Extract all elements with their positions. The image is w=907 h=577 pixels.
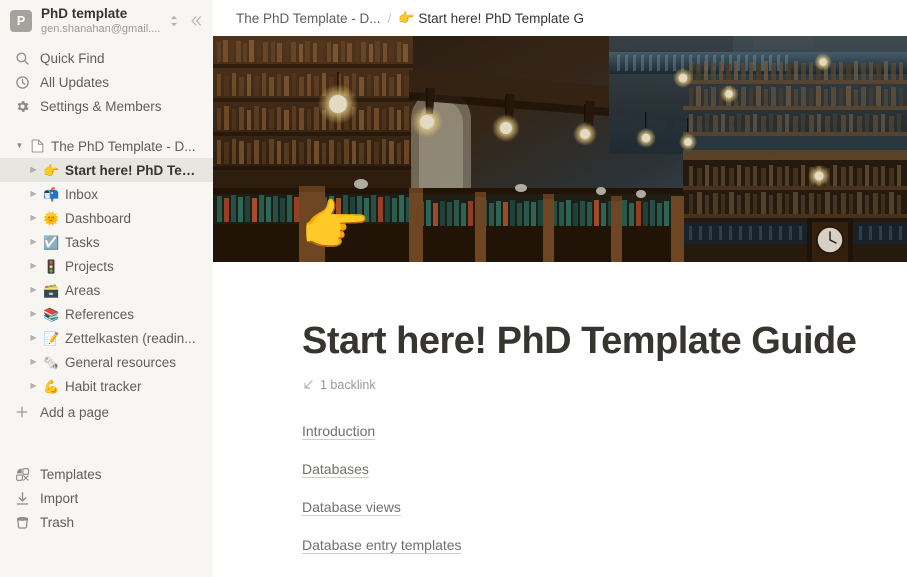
chevron-right-icon[interactable]: ▶ <box>27 238 40 246</box>
page-emoji-icon: ☑️ <box>43 236 59 249</box>
tree-item-general-resources[interactable]: ▶ 🗞️ General resources <box>0 350 213 374</box>
tree-item-inbox[interactable]: ▶ 📬 Inbox <box>0 182 213 206</box>
sidebar-item-quick-find[interactable]: Quick Find <box>0 46 213 70</box>
page-emoji-icon: 📬 <box>43 188 59 201</box>
tree-item-dashboard[interactable]: ▶ 🌞 Dashboard <box>0 206 213 230</box>
tree-item-projects[interactable]: ▶ 🚦 Projects <box>0 254 213 278</box>
page-emoji-icon: 📚 <box>43 308 59 321</box>
tree-item-label: General resources <box>65 355 176 370</box>
chevron-right-icon[interactable]: ▶ <box>27 286 40 294</box>
workspace-email: gen.shanahan@gmail.... <box>41 23 165 36</box>
trash-icon <box>13 513 31 531</box>
chevron-down-icon[interactable]: ▼ <box>13 142 26 150</box>
page-emoji-icon: 🗞️ <box>43 356 59 369</box>
workspace-switcher[interactable]: P PhD template gen.shanahan@gmail.... <box>0 2 213 40</box>
workspace-avatar: P <box>10 10 32 32</box>
sidebar-item-settings-members[interactable]: Settings & Members <box>0 94 213 118</box>
page-emoji-icon: 💪 <box>43 380 59 393</box>
breadcrumb-current[interactable]: 👉 Start here! PhD Template Guide <box>393 8 583 28</box>
page-tree: ▼ The PhD Template - D... ▶ 👉 Start here… <box>0 134 213 398</box>
sidebar-item-label: Settings & Members <box>40 99 162 114</box>
main-content: The PhD Template - D... / 👉 Start here! … <box>213 0 907 577</box>
page-emoji-icon: 🌞 <box>43 212 59 225</box>
search-icon <box>13 49 31 67</box>
tree-item-label: Projects <box>65 259 114 274</box>
tree-item-label: Habit tracker <box>65 379 142 394</box>
tree-item-label: References <box>65 307 134 322</box>
page-link-databases[interactable]: Databases <box>302 459 369 479</box>
page-link-introduction[interactable]: Introduction <box>302 421 375 441</box>
workspace-text: PhD template gen.shanahan@gmail.... <box>41 6 165 35</box>
page-icon-emoji[interactable]: 👉 <box>300 198 370 254</box>
sidebar-item-trash[interactable]: Trash <box>0 510 213 534</box>
page-content: Start here! PhD Template Guide 1 backlin… <box>213 262 907 577</box>
tree-item-tasks[interactable]: ▶ ☑️ Tasks <box>0 230 213 254</box>
chevron-right-icon[interactable]: ▶ <box>27 382 40 390</box>
page-link-database-entry-templates[interactable]: Database entry templates <box>302 535 462 555</box>
tree-item-label: Inbox <box>65 187 98 202</box>
chevron-right-icon[interactable]: ▶ <box>27 214 40 222</box>
collapse-sidebar-icon[interactable] <box>187 10 205 32</box>
backlink-button[interactable]: 1 backlink <box>302 378 376 392</box>
sidebar-item-label: Trash <box>40 515 74 530</box>
page-title: Start here! PhD Template Guide <box>302 320 867 364</box>
page-link-database-views[interactable]: Database views <box>302 497 401 517</box>
sidebar-item-label: Quick Find <box>40 51 105 66</box>
breadcrumb: The PhD Template - D... / 👉 Start here! … <box>213 0 907 36</box>
tree-item-the-phd-template[interactable]: ▼ The PhD Template - D... <box>0 134 213 158</box>
breadcrumb-current-label: Start here! PhD Template Guide <box>418 11 583 26</box>
sidebar-item-label: Templates <box>40 467 102 482</box>
chevron-right-icon[interactable]: ▶ <box>27 190 40 198</box>
sidebar-bottom-nav: Templates Import Trash <box>0 462 213 534</box>
page-emoji-icon: 👉 <box>43 164 59 177</box>
sidebar-item-all-updates[interactable]: All Updates <box>0 70 213 94</box>
page-emoji-icon: 🗃️ <box>43 284 59 297</box>
chevron-right-icon[interactable]: ▶ <box>27 166 40 174</box>
document-icon <box>29 139 45 153</box>
sidebar-item-templates[interactable]: Templates <box>0 462 213 486</box>
tree-item-references[interactable]: ▶ 📚 References <box>0 302 213 326</box>
tree-item-start-here[interactable]: ▶ 👉 Start here! PhD Tem... <box>0 158 213 182</box>
breadcrumb-separator: / <box>388 11 392 26</box>
add-a-page-button[interactable]: Add a page <box>0 400 213 424</box>
breadcrumb-parent[interactable]: The PhD Template - D... <box>231 9 386 28</box>
plus-icon <box>13 403 31 421</box>
tree-item-label: Dashboard <box>65 211 131 226</box>
page-emoji-icon: 🚦 <box>43 260 59 273</box>
tree-item-label: The PhD Template - D... <box>51 139 196 154</box>
tree-item-label: Start here! PhD Tem... <box>65 163 205 178</box>
gear-icon <box>13 97 31 115</box>
sidebar: P PhD template gen.shanahan@gmail.... <box>0 0 213 577</box>
chevron-right-icon[interactable]: ▶ <box>27 334 40 342</box>
chevron-right-icon[interactable]: ▶ <box>27 358 40 366</box>
arrow-down-left-icon <box>302 379 314 391</box>
import-download-icon <box>13 489 31 507</box>
sidebar-item-import[interactable]: Import <box>0 486 213 510</box>
workspace-name: PhD template <box>41 6 165 22</box>
tree-item-areas[interactable]: ▶ 🗃️ Areas <box>0 278 213 302</box>
add-a-page-label: Add a page <box>40 405 109 420</box>
page-link-the-zettelkasten-system[interactable]: The Zettelkasten system <box>302 573 455 577</box>
tree-item-label: Zettelkasten (readin... <box>65 331 196 346</box>
pointing-right-emoji-icon: 👉 <box>398 10 414 26</box>
tree-item-habit-tracker[interactable]: ▶ 💪 Habit tracker <box>0 374 213 398</box>
sidebar-item-label: Import <box>40 491 78 506</box>
templates-icon <box>13 465 31 483</box>
updown-chevron-icon[interactable] <box>165 10 183 32</box>
tree-item-label: Areas <box>65 283 100 298</box>
tree-item-zettelkasten[interactable]: ▶ 📝 Zettelkasten (readin... <box>0 326 213 350</box>
page-link-list: Introduction Databases Database views Da… <box>302 421 867 577</box>
tree-item-label: Tasks <box>65 235 100 250</box>
sidebar-nav: Quick Find All Updates Settings & M <box>0 46 213 118</box>
chevron-right-icon[interactable]: ▶ <box>27 262 40 270</box>
app-root: P PhD template gen.shanahan@gmail.... <box>0 0 907 577</box>
sidebar-item-label: All Updates <box>40 75 109 90</box>
page-emoji-icon: 📝 <box>43 332 59 345</box>
chevron-right-icon[interactable]: ▶ <box>27 310 40 318</box>
clock-icon <box>13 73 31 91</box>
backlink-label: 1 backlink <box>320 378 376 392</box>
